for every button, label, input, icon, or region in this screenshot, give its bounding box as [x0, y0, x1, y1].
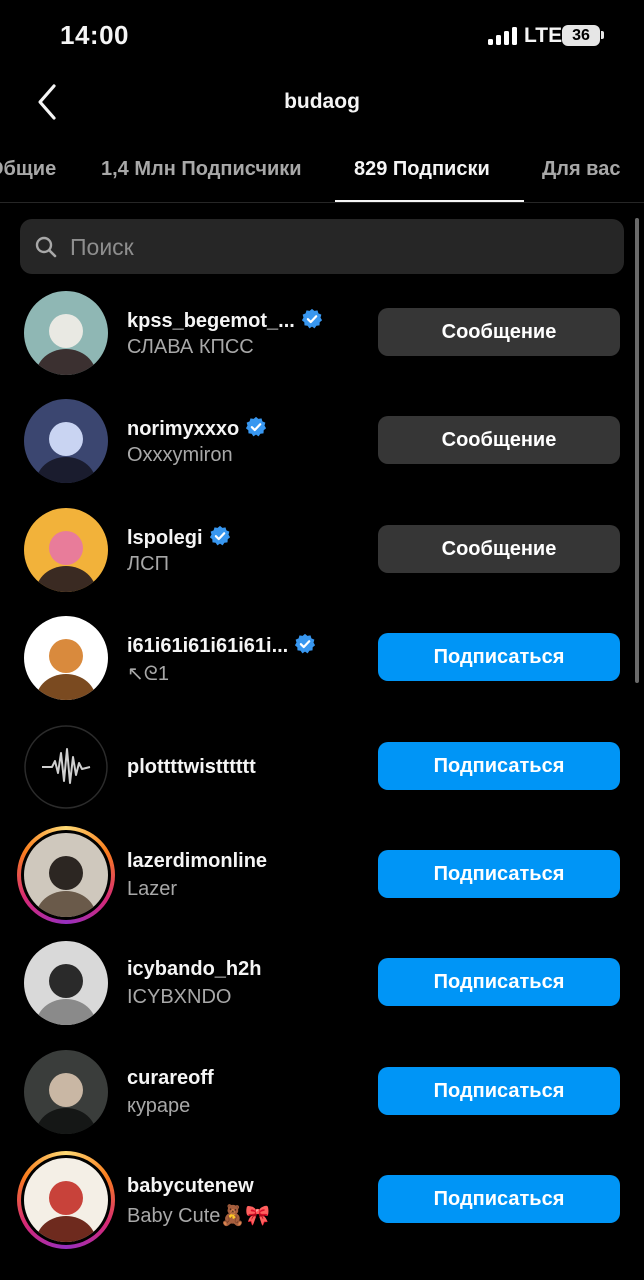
scrollbar[interactable]	[635, 218, 639, 683]
list-item[interactable]: lazerdimonline Lazer Подписаться	[0, 820, 644, 928]
avatar[interactable]	[24, 725, 108, 809]
verified-badge-icon	[209, 525, 230, 546]
status-bar: 14:00 LTE 36	[0, 0, 644, 72]
full-name: курaре	[127, 1095, 191, 1117]
verified-badge-icon	[246, 416, 267, 437]
username[interactable]: plottttwistttttt	[127, 756, 256, 779]
full-name: ↖ᘓ1	[127, 663, 169, 685]
username[interactable]: lspolegi	[127, 525, 231, 550]
list-item[interactable]: icybando_h2h ICYBXNDO Подписаться	[0, 928, 644, 1036]
follow-button[interactable]: Подписаться	[378, 1175, 620, 1223]
tab-general[interactable]: Общие	[0, 158, 56, 181]
tab-bar: Общие 1,4 Млн Подписчики 829 Подписки Дл…	[0, 146, 644, 203]
username[interactable]: lazerdimonline	[127, 850, 267, 873]
username[interactable]: babycutenew	[127, 1175, 254, 1198]
full-name: ЛСП	[127, 553, 169, 575]
username[interactable]: icybando_h2h	[127, 958, 261, 981]
full-name: Oxxxymiron	[127, 444, 233, 466]
network-type: LTE	[524, 24, 563, 47]
avatar[interactable]	[24, 833, 108, 917]
username[interactable]: i61i61i61i61i61i...	[127, 633, 316, 658]
message-button[interactable]: Сообщение	[378, 525, 620, 573]
full-name: ICYBXNDO	[127, 986, 232, 1008]
tab-followers[interactable]: 1,4 Млн Подписчики	[101, 158, 302, 181]
follow-button[interactable]: Подписаться	[378, 958, 620, 1006]
verified-badge-icon	[301, 308, 322, 329]
username-text: babycutenew	[127, 1175, 254, 1197]
username-text: plottttwistttttt	[127, 756, 256, 778]
list-item[interactable]: lspolegi ЛСП Сообщение	[0, 495, 644, 603]
username-text: curareoff	[127, 1067, 214, 1089]
tab-following[interactable]: 829 Подписки	[354, 158, 490, 181]
search-bar[interactable]	[20, 219, 624, 276]
header: budaog	[0, 72, 644, 136]
avatar[interactable]	[24, 941, 108, 1025]
avatar[interactable]	[24, 399, 108, 483]
search-input[interactable]	[68, 219, 612, 276]
page-title: budaog	[284, 90, 360, 113]
follow-button[interactable]: Подписаться	[378, 850, 620, 898]
list-item[interactable]: kpss_begemot_... СЛАВА КПСС Сообщение	[0, 278, 644, 386]
list-item[interactable]: norimyxxxo Oxxxymiron Сообщение	[0, 386, 644, 494]
verified-badge-icon	[295, 633, 316, 654]
message-button[interactable]: Сообщение	[378, 416, 620, 464]
avatar[interactable]	[24, 1050, 108, 1134]
username[interactable]: curareoff	[127, 1067, 214, 1090]
search-icon	[35, 236, 57, 258]
username-text: i61i61i61i61i61i...	[127, 635, 289, 657]
follow-button[interactable]: Подписаться	[378, 633, 620, 681]
username-text: lspolegi	[127, 527, 203, 549]
battery-tip	[601, 31, 604, 39]
message-button[interactable]: Сообщение	[378, 308, 620, 356]
status-time: 14:00	[60, 20, 129, 50]
list-item[interactable]: i61i61i61i61i61i... ↖ᘓ1 Подписаться	[0, 603, 644, 711]
username[interactable]: norimyxxxo	[127, 416, 267, 441]
list-item[interactable]: babycutenew Baby Cute🧸🎀 Подписаться	[0, 1145, 644, 1253]
list-item[interactable]: plottttwistttttt Подписаться	[0, 712, 644, 820]
avatar[interactable]	[24, 616, 108, 700]
tab-for-you[interactable]: Для вас	[542, 158, 620, 181]
username-text: icybando_h2h	[127, 958, 262, 980]
avatar[interactable]	[24, 291, 108, 375]
username-text: lazerdimonline	[127, 850, 268, 872]
avatar[interactable]	[24, 1158, 108, 1242]
list-item[interactable]: curareoff курaре Подписаться	[0, 1037, 644, 1145]
username[interactable]: kpss_begemot_...	[127, 308, 323, 333]
full-name: Baby Cute🧸🎀	[127, 1205, 271, 1227]
signal-strength-icon	[488, 27, 518, 45]
username-text: norimyxxxo	[127, 418, 240, 440]
active-tab-indicator	[335, 200, 524, 202]
full-name: Lazer	[127, 878, 178, 900]
following-list: kpss_begemot_... СЛАВА КПСС Сообщение norim…	[0, 278, 644, 1280]
avatar[interactable]	[24, 508, 108, 592]
username-text: kpss_begemot_...	[127, 310, 295, 332]
follow-button[interactable]: Подписаться	[378, 1067, 620, 1115]
follow-button[interactable]: Подписаться	[378, 742, 620, 790]
battery-icon: 36	[562, 25, 600, 46]
full-name: СЛАВА КПСС	[127, 336, 254, 358]
